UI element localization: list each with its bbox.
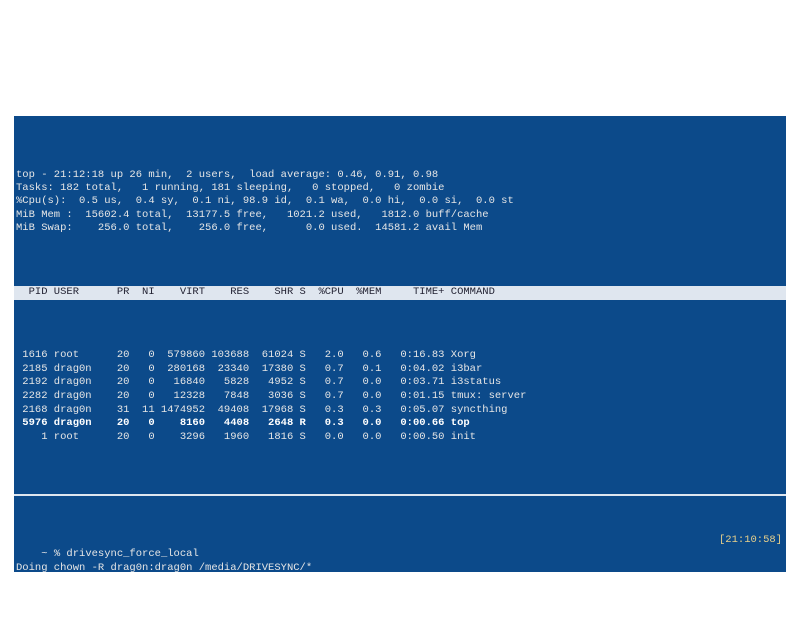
top-line-uptime: top - 21:12:18 up 26 min, 2 users, load … xyxy=(16,169,438,181)
shell-line: ~ % drivesync_force_local xyxy=(41,548,199,560)
pane-divider xyxy=(14,494,786,496)
top-line-tasks: Tasks: 182 total, 1 running, 181 sleepin… xyxy=(16,182,444,194)
process-table: 1616 root 20 0 579860 103688 61024 S 2.0… xyxy=(14,336,786,459)
process-row: 2168 drag0n 31 11 1474952 49408 17968 S … xyxy=(16,404,507,416)
process-row: 2282 drag0n 20 0 12328 7848 3036 S 0.7 0… xyxy=(16,390,526,402)
process-row: 1616 root 20 0 579860 103688 61024 S 2.0… xyxy=(16,349,476,361)
top-line-cpu: %Cpu(s): 0.5 us, 0.4 sy, 0.1 ni, 98.9 id… xyxy=(16,195,514,207)
process-row-active: 5976 drag0n 20 0 8160 4408 2648 R 0.3 0.… xyxy=(16,417,470,429)
rsync-output[interactable]: [21:10:58] ~ % drivesync_force_local Doin… xyxy=(14,532,786,572)
terminal-window: top - 21:12:18 up 26 min, 2 users, load … xyxy=(14,116,786,572)
process-row: 1 root 20 0 3296 1960 1816 S 0.0 0.0 0:0… xyxy=(16,431,476,443)
process-table-header: PID USER PR NI VIRT RES SHR S %CPU %MEM … xyxy=(14,286,786,300)
prompt-timestamp: [21:10:58] xyxy=(719,534,782,548)
shell-line: Doing chown -R drag0n:drag0n /media/DRIV… xyxy=(16,562,312,572)
top-summary: top - 21:12:18 up 26 min, 2 users, load … xyxy=(14,152,786,250)
top-line-mem: MiB Mem : 15602.4 total, 13177.5 free, 1… xyxy=(16,209,489,221)
top-line-swap: MiB Swap: 256.0 total, 256.0 free, 0.0 u… xyxy=(16,222,482,234)
process-row: 2192 drag0n 20 0 16840 5828 4952 S 0.7 0… xyxy=(16,376,501,388)
process-row: 2185 drag0n 20 0 280168 23340 17380 S 0.… xyxy=(16,363,482,375)
